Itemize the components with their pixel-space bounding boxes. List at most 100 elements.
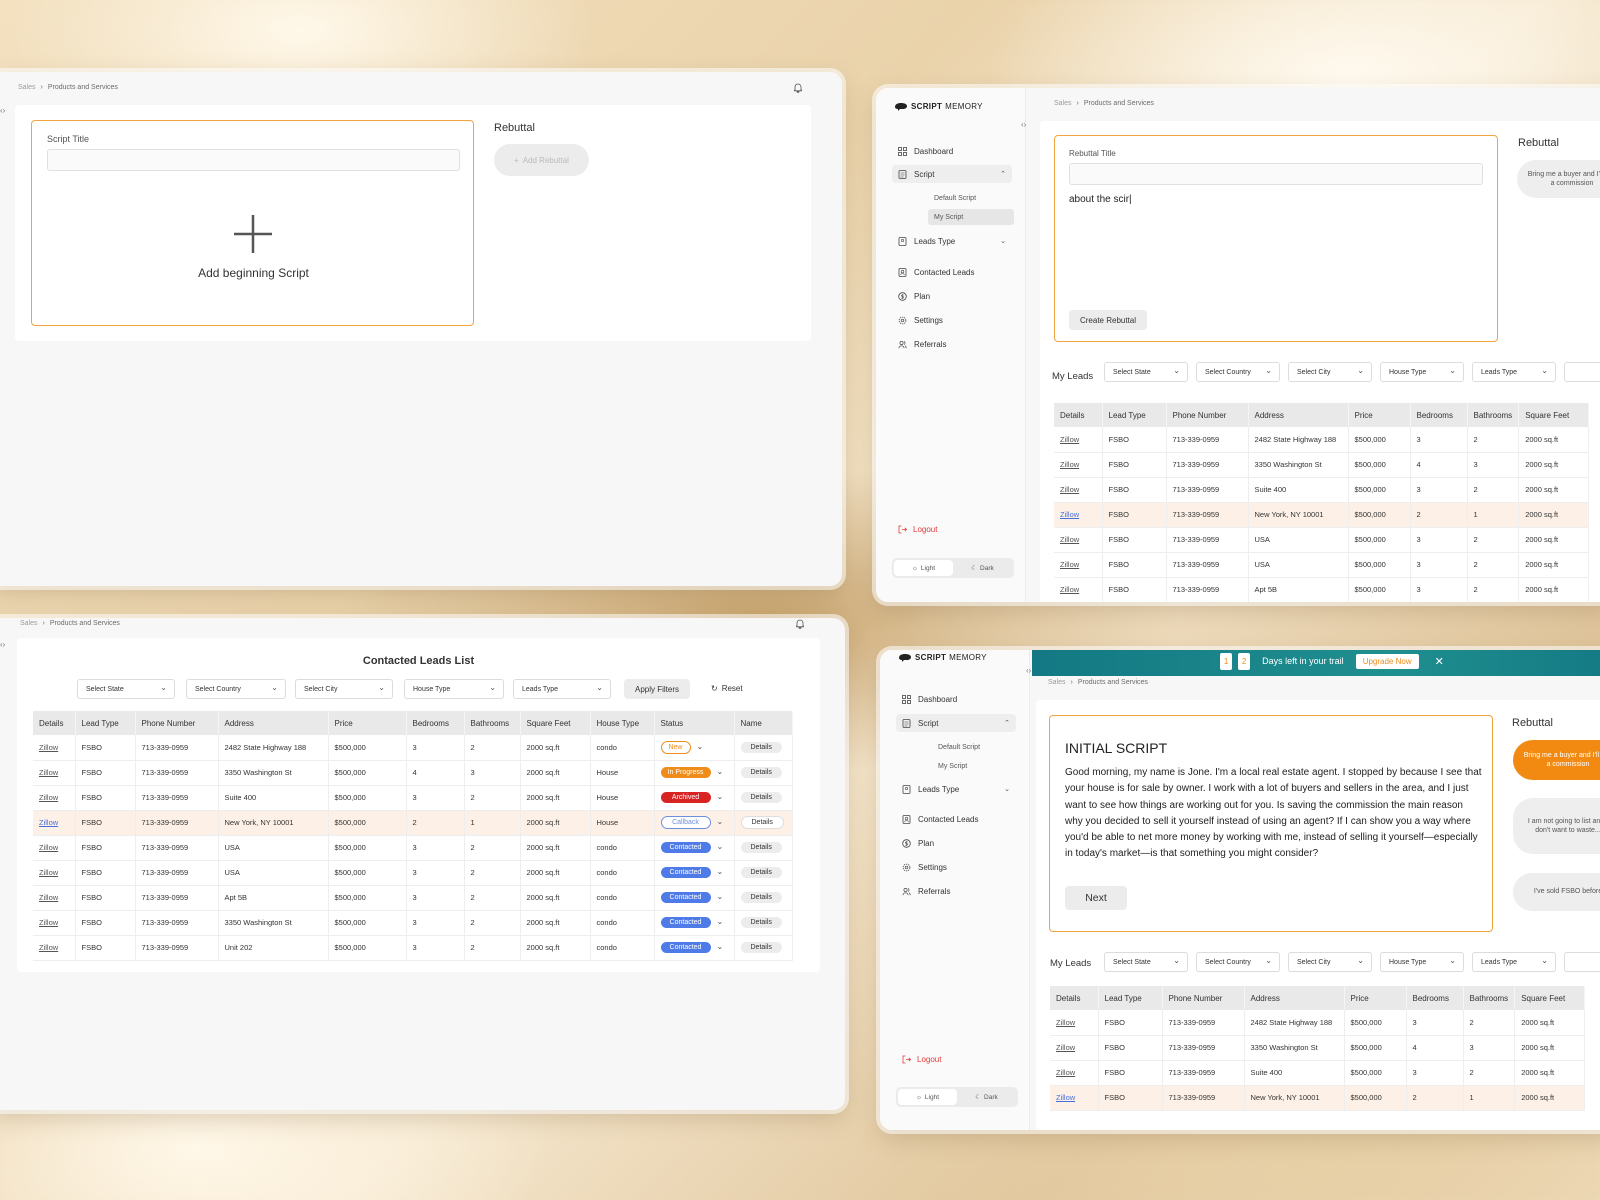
table-cell[interactable]: Zillow: [33, 860, 76, 886]
collapse-sidebar-icon[interactable]: ‹›: [1026, 666, 1031, 675]
table-row[interactable]: Zillow FSBO 713-339-0959 2482 State Highway…: [1054, 427, 1590, 453]
table-row[interactable]: Zillow FSBO 713-339-0959 Suite 400 $500,000 3…: [33, 785, 793, 811]
table-row[interactable]: Zillow FSBO 713-339-0959 USA $500,000 3 2 2000 …: [33, 835, 793, 861]
extra-filter[interactable]: [1564, 362, 1600, 382]
next-button[interactable]: Next: [1065, 886, 1127, 910]
status-badge[interactable]: New: [660, 740, 691, 754]
details-button[interactable]: Details: [740, 741, 782, 753]
status-badge[interactable]: Contacted: [660, 942, 711, 953]
nav-contacted-leads[interactable]: Contacted Leads: [892, 263, 1012, 281]
nav-leads-type[interactable]: Leads Type ⌄: [896, 780, 1016, 798]
chevron-down-icon[interactable]: ⌄: [717, 767, 724, 776]
table-cell[interactable]: Zillow: [1054, 577, 1103, 602]
add-beginning-script-label[interactable]: Add beginning Script: [32, 266, 475, 280]
bell-icon[interactable]: [795, 619, 805, 629]
nav-leads-type[interactable]: Leads Type ⌄: [892, 232, 1012, 250]
collapse-sidebar-icon[interactable]: ‹›: [1021, 120, 1026, 129]
breadcrumb-root[interactable]: Sales: [1048, 679, 1066, 686]
reset-button[interactable]: ↻ Reset: [711, 684, 743, 693]
select-city-filter[interactable]: Select City ⌄: [1288, 952, 1372, 972]
leads-type-filter[interactable]: Leads Type ⌄: [1472, 362, 1556, 382]
select-country-filter[interactable]: Select Country ⌄: [186, 679, 286, 699]
status-badge[interactable]: Archived: [660, 792, 711, 803]
rebuttal-bubble-1[interactable]: Bring me a buyer and I'll pay a commissi…: [1513, 740, 1600, 780]
table-cell[interactable]: Zillow: [1050, 1035, 1099, 1061]
create-rebuttal-button[interactable]: Create Rebuttal: [1069, 310, 1147, 330]
nav-default-script[interactable]: Default Script: [928, 190, 1014, 206]
house-type-filter[interactable]: House Type ⌄: [1380, 952, 1464, 972]
script-title-input[interactable]: [47, 149, 460, 171]
extra-filter[interactable]: [1564, 952, 1600, 972]
details-button[interactable]: Details: [740, 867, 782, 878]
details-button[interactable]: Details: [740, 767, 782, 778]
table-row[interactable]: Zillow FSBO 713-339-0959 USA $500,000 3 2 2000 …: [1054, 552, 1590, 578]
table-row[interactable]: Zillow FSBO 713-339-0959 USA $500,000 3 2 2000 …: [33, 860, 793, 886]
theme-switch[interactable]: ☼ Light ☾ Dark: [892, 558, 1014, 578]
table-row[interactable]: Zillow FSBO 713-339-0959 Apt 5B $500,000 3 2 20…: [1054, 577, 1590, 602]
theme-light-option[interactable]: ☼ Light: [898, 1089, 957, 1105]
nav-plan[interactable]: Plan: [896, 834, 1016, 852]
table-cell[interactable]: Zillow: [33, 760, 76, 786]
add-rebuttal-button[interactable]: + Add Rebuttal: [494, 144, 589, 176]
rebuttal-body-textarea[interactable]: about the scir|: [1069, 194, 1132, 205]
breadcrumb-leaf[interactable]: Products and Services: [1084, 100, 1154, 107]
house-type-filter[interactable]: House Type ⌄: [404, 679, 504, 699]
table-row[interactable]: Zillow FSBO 713-339-0959 Unit 202 $500,000 3 2…: [33, 935, 793, 961]
logout-button[interactable]: Logout: [902, 1055, 941, 1064]
select-city-filter[interactable]: Select City ⌄: [1288, 362, 1372, 382]
chevron-down-icon[interactable]: ⌄: [717, 892, 724, 901]
table-row[interactable]: Zillow FSBO 713-339-0959 3350 Washington St…: [1054, 452, 1590, 478]
table-row[interactable]: Zillow FSBO 713-339-0959 3350 Washington St…: [33, 760, 793, 786]
details-button[interactable]: Details: [740, 942, 782, 953]
chevron-down-icon[interactable]: ⌄: [717, 942, 724, 951]
table-row[interactable]: Zillow FSBO 713-339-0959 Apt 5B $500,000 3 2 20…: [33, 885, 793, 911]
table-row[interactable]: Zillow FSBO 713-339-0959 New York, NY 10001…: [33, 810, 793, 836]
collapse-sidebar-icon[interactable]: ‹›: [0, 640, 5, 649]
leads-type-filter[interactable]: Leads Type ⌄: [513, 679, 611, 699]
select-state-filter[interactable]: Select State ⌄: [1104, 952, 1188, 972]
chevron-down-icon[interactable]: ⌄: [717, 842, 724, 851]
chevron-down-icon[interactable]: ⌄: [717, 792, 724, 801]
rebuttal-bubble-2[interactable]: I am not going to list and I don't want …: [1513, 798, 1600, 854]
nav-script[interactable]: Script ⌃: [896, 714, 1016, 732]
table-row[interactable]: Zillow FSBO 713-339-0959 2482 State Highway…: [1050, 1010, 1586, 1036]
table-row[interactable]: Zillow FSBO 713-339-0959 New York, NY 10001…: [1050, 1085, 1586, 1111]
breadcrumb-leaf[interactable]: Products and Services: [50, 620, 120, 627]
status-badge[interactable]: Contacted: [660, 842, 711, 853]
theme-switch[interactable]: ☼ Light ☾ Dark: [896, 1087, 1018, 1107]
breadcrumb-leaf[interactable]: Products and Services: [1078, 679, 1148, 686]
select-country-filter[interactable]: Select Country ⌄: [1196, 362, 1280, 382]
nav-plan[interactable]: Plan: [892, 287, 1012, 305]
status-badge[interactable]: Contacted: [660, 867, 711, 878]
rebuttal-bubble-3[interactable]: I've sold FSBO before: [1513, 873, 1600, 911]
nav-referrals[interactable]: Referrals: [892, 335, 1012, 353]
table-row[interactable]: Zillow FSBO 713-339-0959 2482 State Highway…: [33, 735, 793, 761]
table-cell[interactable]: Zillow: [1050, 1060, 1099, 1086]
table-cell[interactable]: Zillow: [1054, 452, 1103, 478]
status-badge[interactable]: Contacted: [660, 917, 711, 928]
nav-settings[interactable]: Settings: [896, 858, 1016, 876]
table-row[interactable]: Zillow FSBO 713-339-0959 3350 Washington St…: [1050, 1035, 1586, 1061]
table-row[interactable]: Zillow FSBO 713-339-0959 New York, NY 10001…: [1054, 502, 1590, 528]
theme-dark-option[interactable]: ☾ Dark: [957, 1089, 1016, 1105]
nav-dashboard[interactable]: Dashboard: [896, 690, 1016, 708]
details-button[interactable]: Details: [740, 842, 782, 853]
nav-default-script[interactable]: Default Script: [932, 739, 1018, 755]
table-row[interactable]: Zillow FSBO 713-339-0959 Suite 400 $500,000 3…: [1054, 477, 1590, 503]
details-button[interactable]: Details: [740, 917, 782, 928]
table-row[interactable]: Zillow FSBO 713-339-0959 3350 Washington St…: [33, 910, 793, 936]
table-cell[interactable]: Zillow: [1050, 1010, 1099, 1036]
table-row[interactable]: Zillow FSBO 713-339-0959 Suite 400 $500,000 3…: [1050, 1060, 1586, 1086]
nav-referrals[interactable]: Referrals: [896, 882, 1016, 900]
table-cell[interactable]: Zillow: [1050, 1085, 1099, 1111]
rebuttal-title-input[interactable]: [1069, 163, 1483, 185]
table-cell[interactable]: Zillow: [33, 835, 76, 861]
table-cell[interactable]: Zillow: [1054, 502, 1103, 528]
breadcrumb-root[interactable]: Sales: [20, 620, 38, 627]
table-cell[interactable]: Zillow: [1054, 427, 1103, 453]
table-cell[interactable]: Zillow: [33, 785, 76, 811]
chevron-down-icon[interactable]: ⌄: [717, 867, 724, 876]
nav-script[interactable]: Script ⌃: [892, 165, 1012, 183]
chevron-down-icon[interactable]: ⌄: [717, 917, 724, 926]
apply-filters-button[interactable]: Apply Filters: [624, 679, 690, 699]
